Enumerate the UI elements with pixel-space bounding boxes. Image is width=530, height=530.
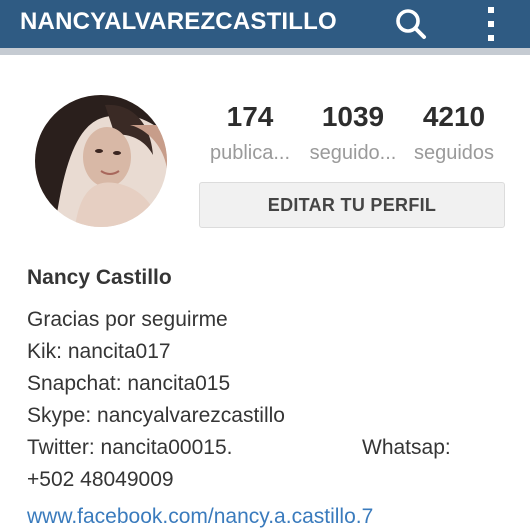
bio-whatsapp-label: Whatsap:: [362, 436, 451, 459]
more-vertical-icon: [488, 7, 494, 41]
bio-line: Snapchat: nancita015: [27, 372, 231, 395]
profile-screen: NANCYALVAREZCASTILLO 174 publica... 1039…: [0, 0, 530, 530]
bio-line: Skype: nancyalvarezcastillo: [27, 404, 285, 427]
stat-following-count[interactable]: 4210: [413, 101, 495, 133]
avatar-photo: [35, 95, 167, 227]
header-username: NANCYALVAREZCASTILLO: [20, 8, 337, 35]
profile-full-name: Nancy Castillo: [27, 266, 172, 289]
profile-website-link[interactable]: www.facebook.com/nancy.a.castillo.7: [27, 505, 373, 529]
more-options-button[interactable]: [478, 4, 504, 44]
profile-avatar[interactable]: [35, 95, 167, 227]
edit-profile-button[interactable]: EDITAR TU PERFIL: [199, 182, 505, 228]
stat-following-label[interactable]: seguidos: [404, 142, 504, 165]
stat-posts-count[interactable]: 174: [214, 101, 286, 133]
bio-line: +502 48049009: [27, 468, 174, 491]
stat-followers-count[interactable]: 1039: [312, 101, 394, 133]
bio-line: Kik: nancita017: [27, 340, 171, 363]
search-icon: [396, 9, 426, 39]
bio-line: Twitter: nancita00015.: [27, 436, 233, 459]
stat-followers-label[interactable]: seguido...: [300, 142, 406, 165]
bio-line: Gracias por seguirme: [27, 308, 228, 331]
stat-posts-label[interactable]: publica...: [198, 142, 302, 165]
search-button[interactable]: [393, 6, 429, 42]
app-header: NANCYALVAREZCASTILLO: [0, 0, 530, 55]
